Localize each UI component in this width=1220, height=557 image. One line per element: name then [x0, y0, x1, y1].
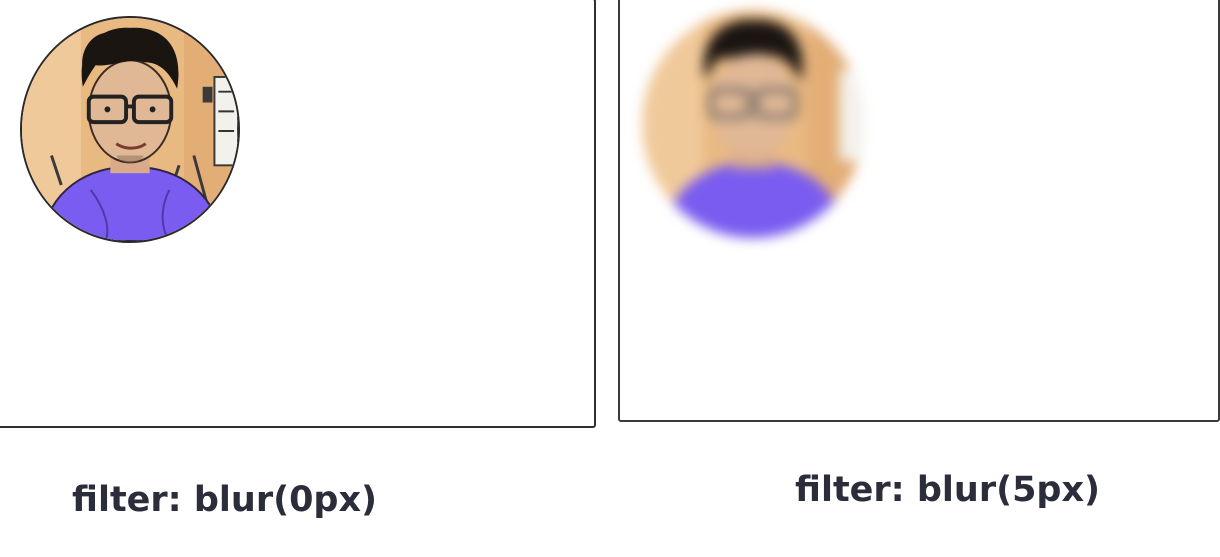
avatar-image-blurred: [642, 10, 864, 238]
person-avatar-cartoon-icon: [22, 18, 238, 241]
caption-blur-0px: filter: blur(0px): [72, 480, 378, 520]
panel-blurred: [618, 0, 1220, 422]
person-avatar-cartoon-icon: [642, 10, 864, 238]
panel-unblurred: [0, 0, 596, 428]
caption-blur-5px: filter: blur(5px): [795, 470, 1101, 510]
avatar-image-unblurred: [20, 16, 240, 243]
